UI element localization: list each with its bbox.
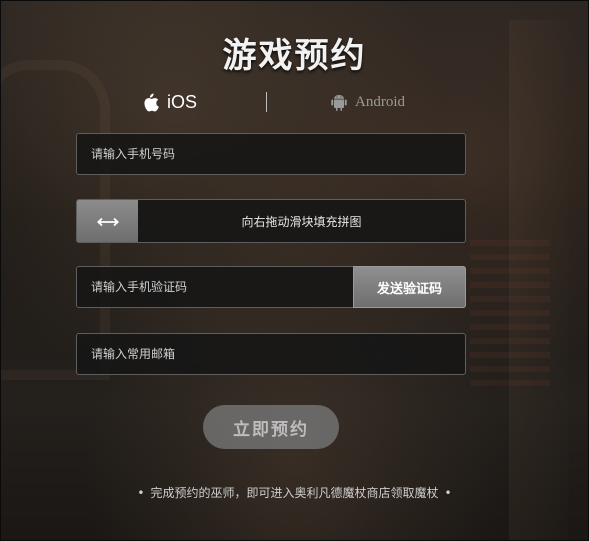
platform-ios-label: iOS	[167, 91, 198, 112]
email-input[interactable]	[77, 334, 465, 374]
page-title: 游戏预约	[222, 36, 367, 76]
verification-code-field: 发送验证码	[76, 266, 466, 308]
bullet-left: •	[137, 486, 145, 500]
platform-selector: iOS Android	[76, 90, 466, 114]
slider-handle[interactable]	[77, 200, 138, 242]
platform-divider	[266, 92, 267, 112]
android-icon	[331, 93, 347, 111]
send-code-button[interactable]: 发送验证码	[353, 266, 466, 308]
verification-code-input[interactable]	[77, 267, 354, 307]
phone-field	[76, 133, 466, 175]
phone-input[interactable]	[77, 134, 465, 174]
double-arrow-icon	[96, 212, 119, 231]
footer-note-text: 完成预约的巫师，即可进入奥利凡德魔杖商店领取魔杖	[150, 486, 439, 500]
background-pillar	[509, 20, 569, 540]
apple-icon	[142, 93, 159, 112]
slider-captcha: 向右拖动滑块填充拼图	[76, 199, 466, 243]
reserve-now-button[interactable]: 立即预约	[203, 405, 339, 449]
platform-android-label: Android	[355, 93, 405, 110]
slider-instruction: 向右拖动滑块填充拼图	[241, 214, 362, 229]
email-field	[76, 333, 466, 375]
platform-android-tab[interactable]: Android	[331, 90, 405, 114]
footer-note: • 完成预约的巫师，即可进入奥利凡德魔杖商店领取魔杖 •	[0, 484, 589, 501]
background-shelf	[470, 240, 550, 390]
platform-ios-tab[interactable]: iOS	[142, 90, 197, 114]
bullet-right: •	[444, 486, 452, 500]
